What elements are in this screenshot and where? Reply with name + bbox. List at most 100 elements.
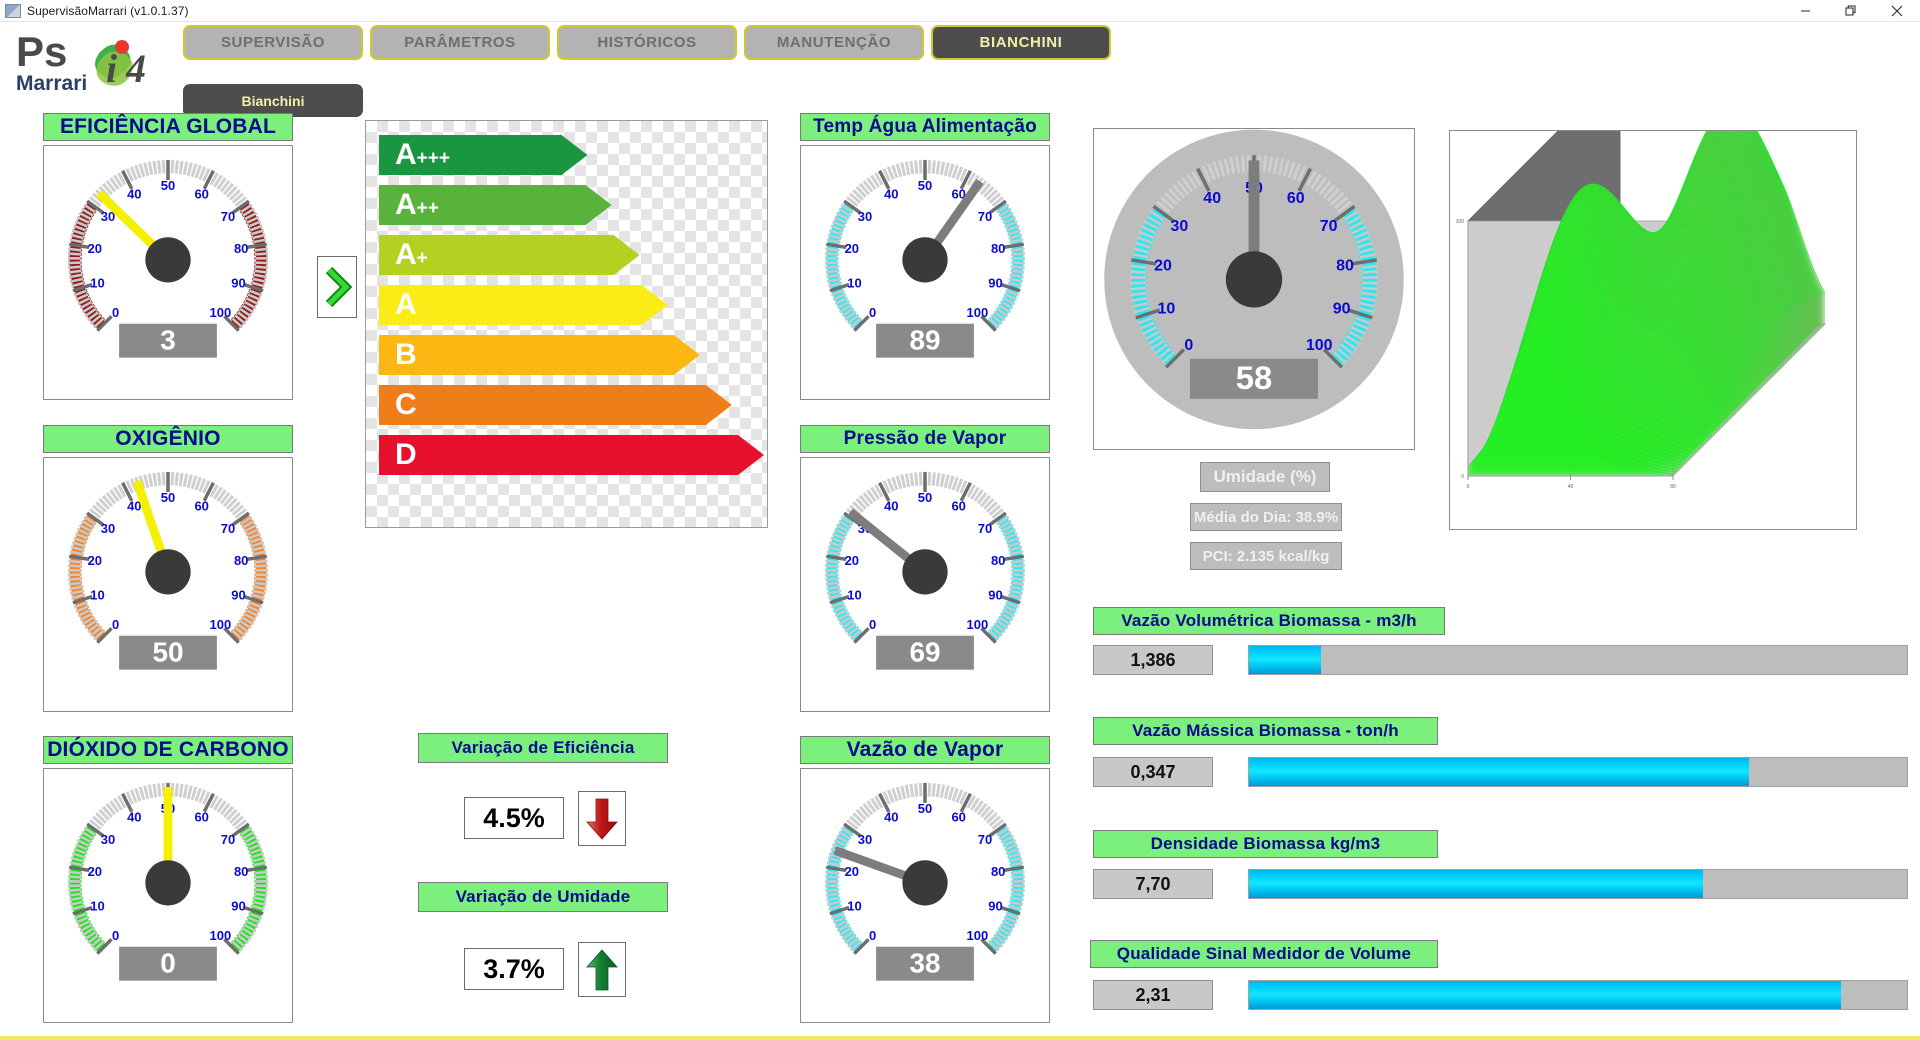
gauge-tick-label: 50 <box>161 490 175 505</box>
surface-x-tick-label: 0 <box>1467 484 1470 490</box>
gauge-minor-tick <box>927 471 932 486</box>
gauge-dioxido-de-carbono: 01020304050607080901000 <box>43 768 293 1023</box>
gauge-minor-tick <box>914 783 919 797</box>
meter-bar-qualidade-sinal <box>1248 980 1908 1010</box>
energy-bar-c: C <box>379 385 732 425</box>
restore-icon <box>1845 5 1856 15</box>
energy-bar-body: B <box>379 335 674 375</box>
gauge-tick-label: 70 <box>221 209 235 224</box>
gauge-title-pressao-vapor: Pressão de Vapor <box>800 425 1050 453</box>
variation-arrow-eficiencia <box>578 791 626 846</box>
tab-historicos[interactable]: HISTÓRICOS <box>557 25 737 60</box>
main-nav: SUPERVISÃO PARÂMETROS HISTÓRICOS MANUTEN… <box>183 25 1111 60</box>
tab-bianchini[interactable]: BIANCHINI <box>931 25 1111 60</box>
gauge-minor-tick <box>825 247 839 252</box>
svg-text:i: i <box>106 46 117 91</box>
gauge-minor-tick <box>170 159 175 174</box>
gauge-tick-label: 60 <box>194 498 208 513</box>
energy-bar-body: A ++ <box>379 185 586 225</box>
energy-bar-d: D <box>379 435 764 475</box>
gauge-minor-tick <box>895 475 903 490</box>
variation-value-eficiencia: 4.5% <box>464 797 564 839</box>
gauge-tick-label: 20 <box>88 241 102 256</box>
gauge-tick-label: 50 <box>918 801 932 816</box>
gauge-tick-label: 50 <box>918 490 932 505</box>
gauge-minor-tick <box>825 581 839 586</box>
energy-efficiency-label: A +++ A ++ A + A B C D <box>365 120 768 528</box>
energy-bar-a-plus: A + <box>379 235 640 275</box>
tab-supervisao[interactable]: SUPERVISÃO <box>183 25 363 60</box>
gauge-minor-tick <box>190 786 198 801</box>
maximize-button[interactable] <box>1828 0 1874 22</box>
meter-fill <box>1249 646 1322 674</box>
gauge-tick-label: 30 <box>858 832 872 847</box>
gauge-minor-tick <box>254 559 268 564</box>
gauge-tick-label: 100 <box>210 305 232 320</box>
gauge-minor-tick <box>254 577 268 581</box>
gauge-minor-tick <box>138 786 146 801</box>
gauge-tick-label: 30 <box>1171 218 1189 235</box>
window-controls <box>1782 0 1920 22</box>
gauge-minor-tick <box>900 162 907 177</box>
gauge-minor-tick <box>1011 875 1025 879</box>
minimize-button[interactable] <box>1782 0 1828 22</box>
gauge-minor-tick <box>68 892 82 897</box>
gauge-minor-tick <box>1011 564 1025 568</box>
gauge-tick-label: 80 <box>991 241 1005 256</box>
gauge-tick-label: 90 <box>1333 301 1351 318</box>
gauge-tick-label: 60 <box>951 809 965 824</box>
title-bar: SupervisãoMarrari (v1.0.1.37) <box>0 0 1920 22</box>
gauge-minor-tick <box>825 559 839 564</box>
gauge-minor-tick <box>157 472 162 486</box>
energy-bar-a-plus-plus-plus: A +++ <box>379 135 588 175</box>
tab-manutencao[interactable]: MANUTENÇÃO <box>744 25 924 60</box>
gauge-minor-tick <box>825 577 839 581</box>
humidity-label-pci: PCI: 2.135 kcal/kg <box>1190 542 1342 570</box>
gauge-value-text: 69 <box>909 637 940 668</box>
gauge-tick-label: 20 <box>88 864 102 879</box>
gauge-tick-label: 90 <box>988 898 1002 913</box>
gauge-minor-tick <box>1362 270 1378 274</box>
meter-value-vazao-massica: 0,347 <box>1093 757 1213 787</box>
gauge-tick-label: 10 <box>847 275 861 290</box>
gauge-minor-tick <box>909 783 915 798</box>
gauge-minor-tick <box>1011 269 1025 274</box>
gauge-minor-tick <box>68 269 82 274</box>
energy-bar-a: A <box>379 285 668 325</box>
gauge-title-eficiencia-global: EFICIÊNCIA GLOBAL <box>43 113 293 141</box>
gauge-value-text: 89 <box>909 325 940 356</box>
energy-pointer <box>317 256 357 318</box>
energy-bar-body: C <box>379 385 706 425</box>
gauge-minor-tick <box>68 265 82 269</box>
arrow-up-icon <box>586 948 618 990</box>
gauge-minor-tick <box>931 783 936 797</box>
close-button[interactable] <box>1874 0 1920 22</box>
gauge-title-vazao-vapor: Vazão de Vapor <box>800 736 1050 764</box>
gauge-title-temp-agua: Temp Água Alimentação <box>800 113 1050 141</box>
gauge-minor-tick <box>174 472 179 486</box>
meter-value-densidade: 7,70 <box>1093 869 1213 899</box>
gauge-tick-label: 40 <box>127 809 141 824</box>
gauge-minor-tick <box>918 782 923 797</box>
header: Ps Marrari 4 i SUPERVISÃO PARÂMETROS HIS… <box>0 22 1920 117</box>
gauge-tick-label: 90 <box>988 275 1002 290</box>
gauge-tick-label: 70 <box>221 521 235 536</box>
gauge-face: 01020304050607080901000 <box>68 782 268 981</box>
gauge-minor-tick <box>1130 264 1147 269</box>
gauge-minor-tick <box>904 784 911 799</box>
gauge-minor-tick <box>68 581 82 586</box>
gauge-minor-tick <box>161 471 166 486</box>
gauge-face: 010203040506070809010050 <box>68 471 268 670</box>
gauge-minor-tick <box>935 160 941 175</box>
variation-value-umidade: 3.7% <box>464 948 564 990</box>
gauge-tick-label: 100 <box>967 928 989 943</box>
gauge-hub <box>902 860 948 906</box>
gauge-minor-tick <box>1262 155 1268 173</box>
gauge-minor-tick <box>1011 247 1025 252</box>
gauge-eficiencia-global: 0 10 20 30 40 50 60 70 80 90 100 3 <box>43 145 293 400</box>
gauge-pressao-de-vapor: 010203040506070809010069 <box>800 457 1050 712</box>
tab-parametros[interactable]: PARÂMETROS <box>370 25 550 60</box>
gauge-minor-tick <box>1240 155 1246 173</box>
gauge-minor-tick <box>68 870 82 875</box>
gauge-minor-tick <box>182 473 189 488</box>
